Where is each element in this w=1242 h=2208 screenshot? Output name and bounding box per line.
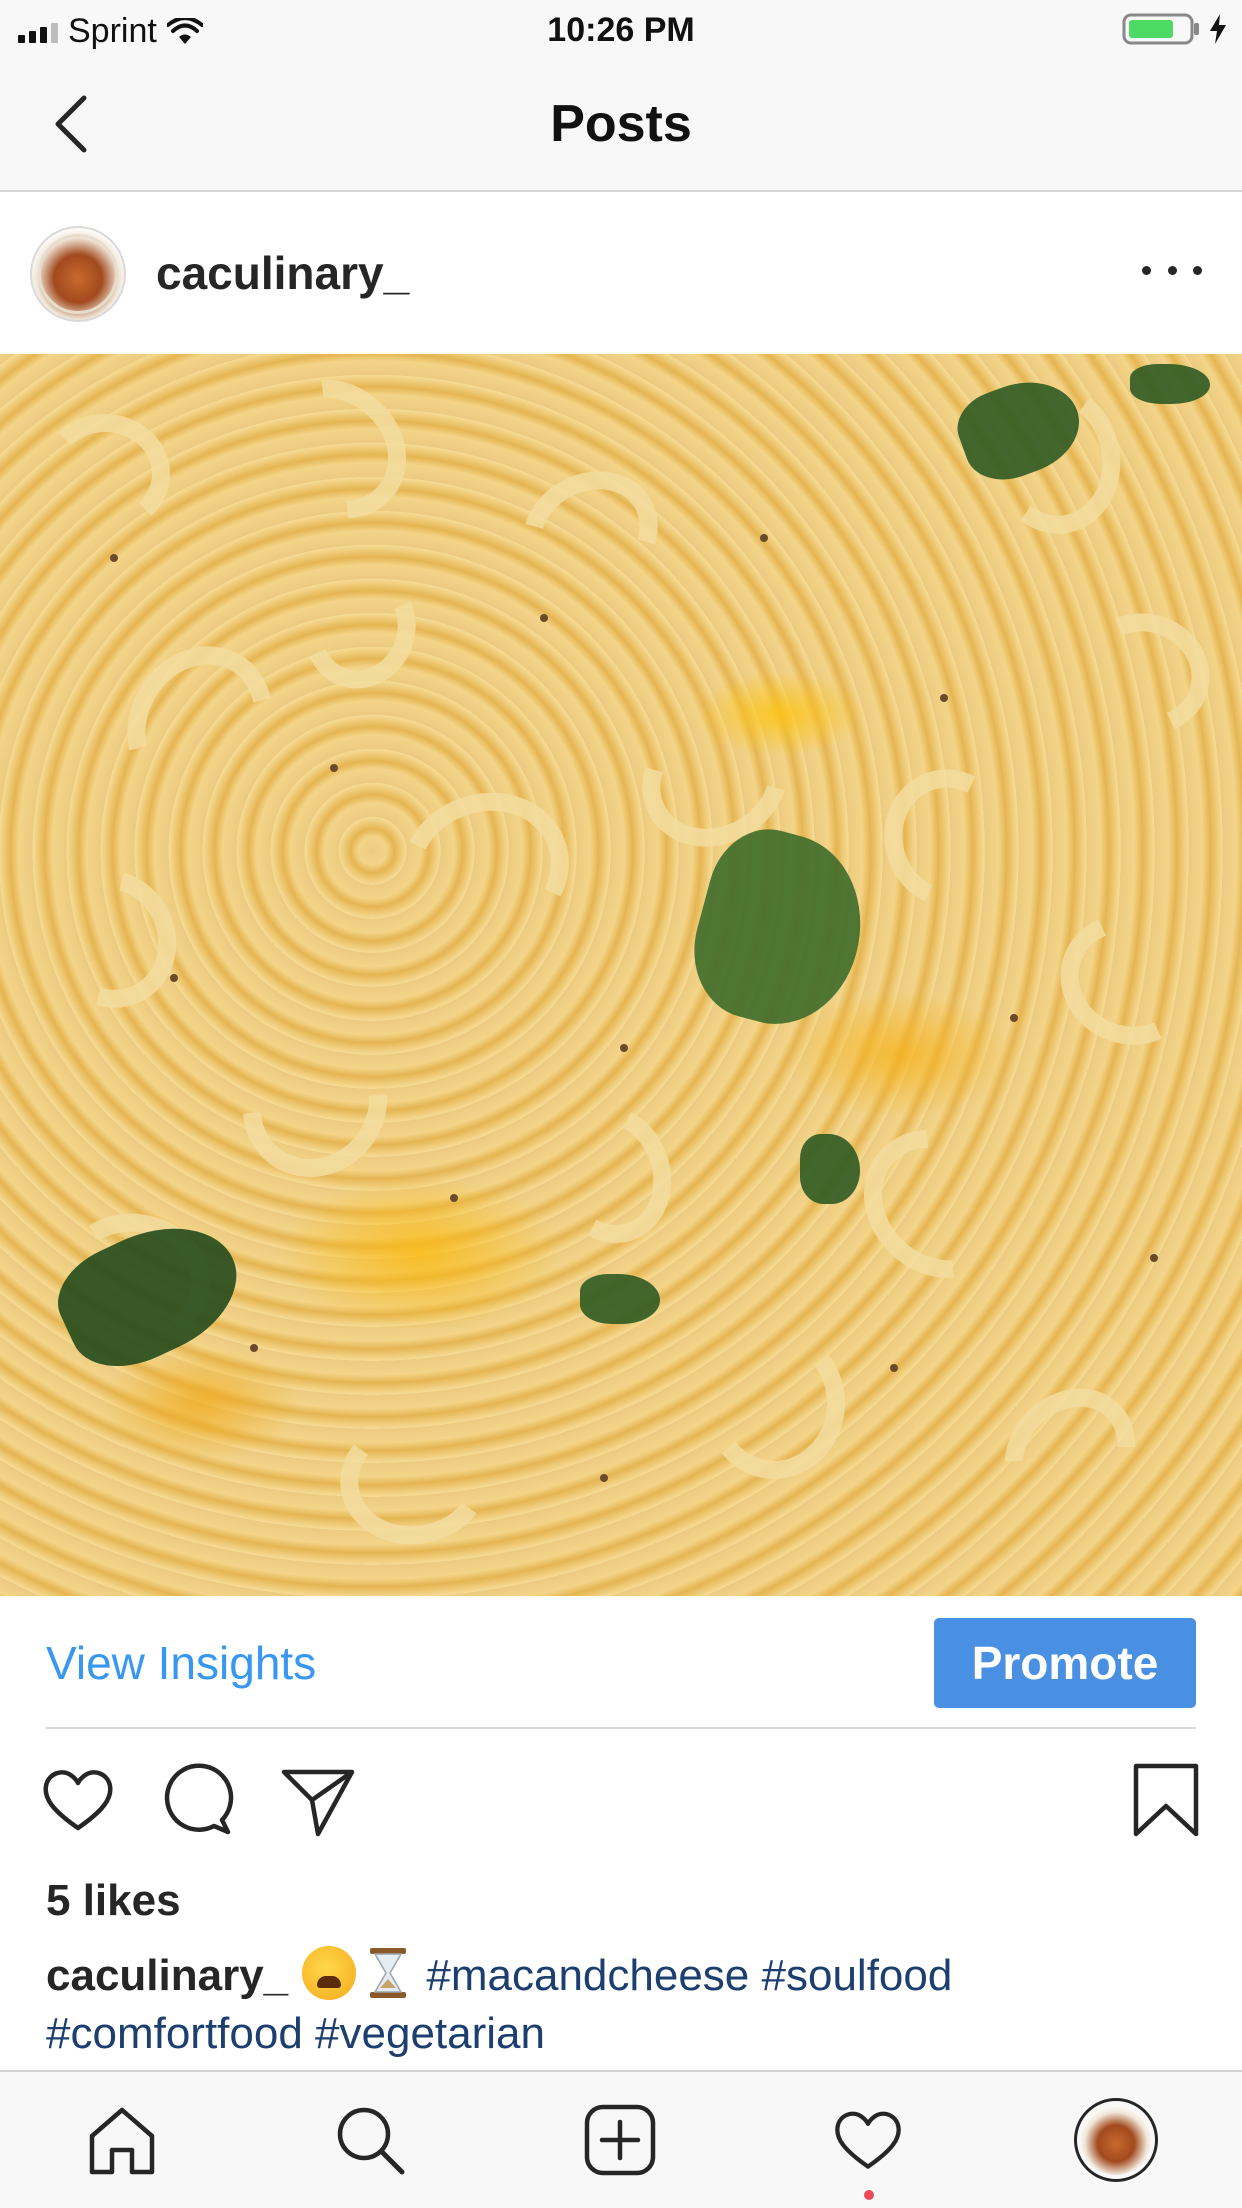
bookmark-icon xyxy=(1133,1763,1199,1837)
view-insights-link[interactable]: View Insights xyxy=(46,1636,316,1690)
hashtag[interactable]: #comfortfood xyxy=(46,2009,303,2058)
activity-heart-icon xyxy=(835,2111,901,2169)
heart-icon xyxy=(43,1770,113,1831)
insights-row: View Insights Promote xyxy=(0,1596,1242,1728)
tab-search[interactable] xyxy=(330,2100,410,2180)
search-icon xyxy=(337,2107,405,2175)
home-icon xyxy=(89,2107,155,2175)
post-header: caculinary_ xyxy=(0,194,1242,354)
more-horizontal-icon xyxy=(1142,265,1151,275)
more-options-button[interactable] xyxy=(1142,258,1202,282)
post-actions xyxy=(0,1760,1242,1850)
hashtag[interactable]: #vegetarian xyxy=(315,2009,545,2058)
tab-profile[interactable] xyxy=(1074,2098,1158,2182)
like-button[interactable] xyxy=(38,1760,118,1840)
tab-home[interactable] xyxy=(82,2100,162,2180)
tab-new-post[interactable] xyxy=(580,2100,660,2180)
bookmark-button[interactable] xyxy=(1126,1760,1206,1840)
charging-icon xyxy=(1210,14,1226,44)
caption-username[interactable]: caculinary_ xyxy=(46,1951,288,2000)
hashtag[interactable]: #soulfood xyxy=(762,1951,953,2000)
tab-bar xyxy=(0,2070,1242,2208)
avatar[interactable] xyxy=(30,226,126,322)
hashtag[interactable]: #macandcheese xyxy=(426,1951,749,2000)
share-icon xyxy=(281,1769,355,1837)
status-time: 10:26 PM xyxy=(547,11,695,49)
notification-dot xyxy=(864,2190,874,2200)
status-right xyxy=(1122,12,1228,46)
battery-icon xyxy=(1122,13,1199,45)
post-image[interactable] xyxy=(0,354,1242,1596)
comment-button[interactable] xyxy=(158,1760,238,1840)
add-post-icon xyxy=(584,2104,656,2176)
status-bar: Sprint 10:26 PM xyxy=(0,0,1242,62)
likes-count[interactable]: 5 likes xyxy=(46,1876,181,1926)
post-username[interactable]: caculinary_ xyxy=(156,246,409,300)
profile-avatar xyxy=(1081,2105,1151,2175)
nav-bar: Posts xyxy=(0,62,1242,192)
share-button[interactable] xyxy=(278,1760,358,1840)
divider xyxy=(46,1727,1196,1729)
comment-icon xyxy=(164,1763,234,1835)
hourglass-emoji xyxy=(370,1948,407,1998)
page-title: Posts xyxy=(550,95,692,153)
promote-button[interactable]: Promote xyxy=(934,1618,1196,1708)
tab-activity[interactable] xyxy=(828,2100,908,2180)
post-caption: caculinary_ #macandcheese #soulfood #com… xyxy=(46,1946,1196,2063)
weary-face-emoji xyxy=(302,1946,357,2000)
